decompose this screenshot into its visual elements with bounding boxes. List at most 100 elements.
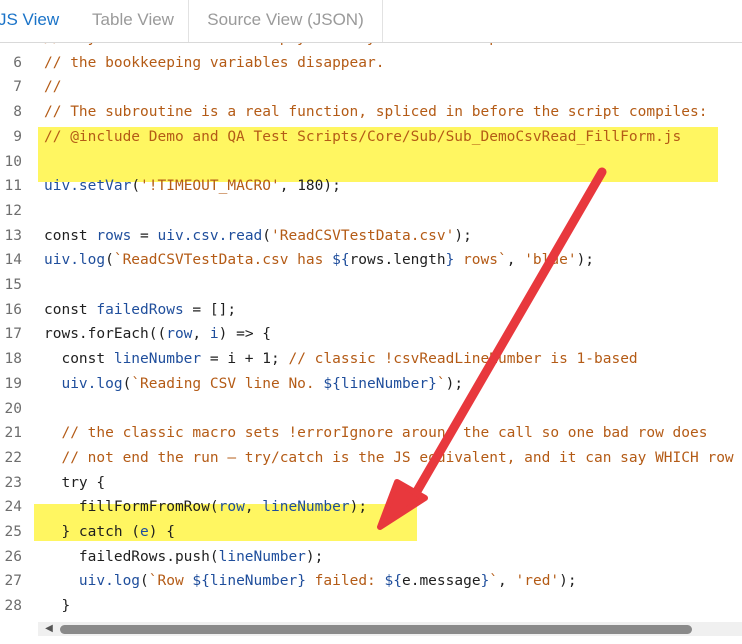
line-number: 13 <box>4 227 22 244</box>
tab-source-view[interactable]: Source View (JSON) <box>189 0 383 42</box>
tab-table-view[interactable]: Table View <box>78 0 189 42</box>
code-token: , <box>244 499 263 516</box>
code-line[interactable]: 21 // the classic macro sets !errorIgnor… <box>0 421 742 446</box>
code-line[interactable]: 6 // the bookkeeping variables disappear. <box>0 51 742 76</box>
code-token: i <box>209 326 219 343</box>
code-token: 'ReadCSVTestData.csv' <box>271 227 455 244</box>
chevron-left-icon[interactable]: ◀ <box>42 622 56 636</box>
code-text: rows.forEach((row, i) => { <box>44 322 271 347</box>
code-token: ); <box>305 548 324 565</box>
line-number: 18 <box>4 351 22 368</box>
code-token: 'blue' <box>524 252 577 269</box>
code-token: row <box>218 499 245 516</box>
code-token: row <box>166 326 193 343</box>
code-token: ); <box>349 499 368 516</box>
code-line[interactable]: 15 <box>0 273 742 298</box>
code-text: // y p y y p <box>44 43 498 51</box>
code-token: ( <box>140 573 149 590</box>
code-text: // <box>44 75 61 100</box>
code-token: // the bookkeeping variables disappear. <box>44 54 385 71</box>
code-token: uiv.log <box>44 573 141 590</box>
code-line[interactable]: 10 <box>0 150 742 175</box>
code-token: fillFormFromRow( <box>44 499 219 516</box>
line-number: 26 <box>4 548 22 565</box>
code-token: `ReadCSVTestData.csv has <box>113 252 333 269</box>
code-token: '!TIMEOUT_MACRO' <box>140 178 280 195</box>
code-token: lineNumber <box>113 351 202 368</box>
line-number: 23 <box>4 474 22 491</box>
code-token: ); <box>576 252 595 269</box>
code-token: failedRows <box>96 301 184 318</box>
code-token: ${ <box>323 375 341 392</box>
code-token: ( <box>131 178 141 195</box>
code-token: // y p y y p <box>44 43 498 46</box>
code-line[interactable]: // y p y y p <box>0 43 742 51</box>
line-number: 12 <box>4 202 22 219</box>
code-text: uiv.setVar('!TIMEOUT_MACRO', 180); <box>44 174 341 199</box>
code-line[interactable]: 9 // @include Demo and QA Test Scripts/Co… <box>0 125 742 150</box>
code-line[interactable]: 20 <box>0 397 742 422</box>
line-number: 19 <box>4 375 22 392</box>
code-token: ) { <box>148 524 175 540</box>
code-line[interactable]: 26 failedRows.push(lineNumber); <box>0 545 742 570</box>
code-token: = <box>131 227 158 244</box>
code-text: const failedRows = []; <box>44 298 236 323</box>
code-token: const <box>44 351 114 368</box>
tab-js-view[interactable]: JS View <box>0 0 78 42</box>
code-token: ${ <box>192 573 210 590</box>
line-number: 28 <box>4 598 22 615</box>
code-line[interactable]: 19 uiv.log(`Reading CSV line No. ${lineN… <box>0 372 742 397</box>
code-line[interactable]: 11 uiv.setVar('!TIMEOUT_MACRO', 180); <box>0 174 742 199</box>
code-token: uiv.log <box>44 252 106 269</box>
code-text: const rows = uiv.csv.read('ReadCSVTestDa… <box>44 224 472 249</box>
code-token: uiv.setVar <box>44 178 132 195</box>
code-line[interactable]: 22 // not end the run — try/catch is the… <box>0 446 742 471</box>
line-number: 6 <box>13 54 22 71</box>
code-token: ); <box>559 573 577 590</box>
code-editor[interactable]: // y p y y p 6 // the bookkeeping variable… <box>0 43 742 621</box>
code-token: ${ <box>384 573 402 590</box>
scrollbar-thumb[interactable] <box>60 625 692 634</box>
code-token: lineNumber <box>218 548 306 565</box>
code-text: // the bookkeeping variables disappear. <box>44 51 384 76</box>
code-line[interactable]: 16 const failedRows = []; <box>0 298 742 323</box>
code-token: ( <box>122 375 132 392</box>
code-token: e <box>140 524 149 540</box>
line-number: 7 <box>13 79 22 96</box>
code-line[interactable]: 13 const rows = uiv.csv.read('ReadCSVTest… <box>0 224 742 249</box>
code-line[interactable]: 8 // The subroutine is a real function, s… <box>0 100 742 125</box>
line-number: 24 <box>4 499 22 516</box>
code-token: // The subroutine is a real function, sp… <box>44 104 708 121</box>
code-token: // classic !csvReadLineNumber is 1-based <box>288 351 638 368</box>
line-number: 27 <box>4 573 22 590</box>
code-token: uiv.log <box>44 375 123 392</box>
code-line[interactable]: 27 uiv.log(`Row ${lineNumber} failed: ${… <box>0 569 742 594</box>
code-text: uiv.log(`Reading CSV line No. ${lineNumb… <box>44 372 463 397</box>
code-line[interactable]: 25 } catch (e) { <box>0 520 742 545</box>
code-text: // the classic macro sets !errorIgnore a… <box>44 421 707 446</box>
code-token: lineNumber <box>262 499 350 516</box>
code-line[interactable]: 17 rows.forEach((row, i) => { <box>0 322 742 347</box>
code-token: rows` <box>454 252 507 269</box>
line-number: 17 <box>4 326 22 343</box>
code-token: // the classic macro sets !errorIgnore a… <box>44 425 708 442</box>
code-line[interactable]: 28 } <box>0 594 742 619</box>
code-line[interactable]: 23 try { <box>0 471 742 496</box>
line-number: 16 <box>4 301 22 318</box>
code-line[interactable]: 14 uiv.log(`ReadCSVTestData.csv has ${row… <box>0 248 742 273</box>
code-text: uiv.log(`ReadCSVTestData.csv has ${rows.… <box>44 248 594 273</box>
tab-bar: JS View Table View Source View (JSON) <box>0 0 742 43</box>
code-line[interactable]: 24 fillFormFromRow(row, lineNumber); <box>0 495 742 520</box>
code-token: ); <box>454 227 472 244</box>
code-token: } <box>480 573 490 590</box>
code-token: ${ <box>332 252 350 269</box>
code-token: = i + 1; <box>201 351 289 368</box>
line-number: 9 <box>13 128 22 145</box>
code-token: const <box>44 301 97 318</box>
code-line[interactable]: 12 <box>0 199 742 224</box>
code-line[interactable]: 18 const lineNumber = i + 1; // classic … <box>0 347 742 372</box>
code-token: , <box>506 252 525 269</box>
code-text: uiv.log(`Row ${lineNumber} failed: ${e.m… <box>44 569 577 594</box>
line-number: 11 <box>4 178 22 195</box>
code-line[interactable]: 7 // <box>0 75 742 100</box>
